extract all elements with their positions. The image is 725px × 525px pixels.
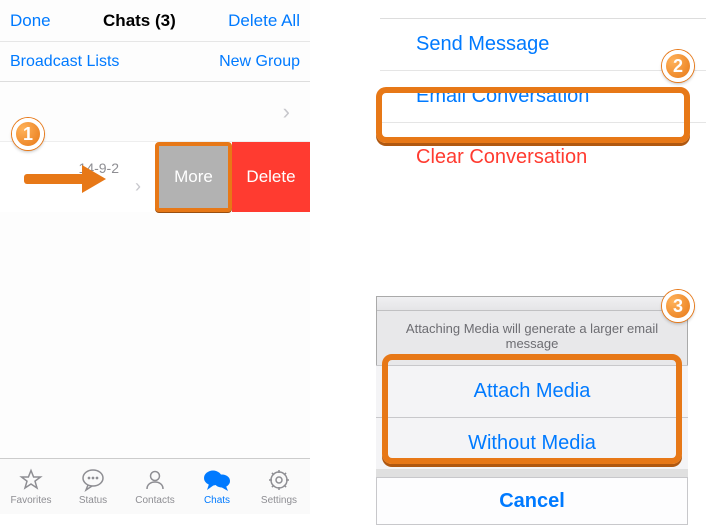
- action-sheet-header: Attaching Media will generate a larger e…: [376, 296, 688, 365]
- step-badge-2: 2: [662, 50, 694, 82]
- tab-label: Contacts: [135, 495, 174, 506]
- email-conversation-option[interactable]: Email Conversation: [380, 71, 706, 123]
- navbar-title: Chats (3): [103, 11, 176, 31]
- without-media-button[interactable]: Without Media: [376, 417, 688, 469]
- navbar: Done Chats (3) Delete All: [0, 0, 310, 42]
- chats-screen: Done Chats (3) Delete All Broadcast List…: [0, 0, 310, 514]
- clear-conversation-option[interactable]: Clear Conversation: [380, 131, 706, 183]
- broadcast-lists-link[interactable]: Broadcast Lists: [10, 53, 119, 71]
- tab-label: Settings: [261, 495, 297, 506]
- cancel-button[interactable]: Cancel: [376, 477, 688, 525]
- gear-icon: [267, 467, 291, 493]
- tab-chats[interactable]: Chats: [186, 459, 248, 514]
- tab-label: Favorites: [10, 495, 51, 506]
- subnav: Broadcast Lists New Group: [0, 42, 310, 82]
- speech-bubble-icon: [80, 467, 106, 493]
- tab-label: Status: [79, 495, 107, 506]
- action-sheet: Attaching Media will generate a larger e…: [376, 296, 688, 525]
- chat-row-blank[interactable]: ›: [0, 82, 310, 142]
- tab-status[interactable]: Status: [62, 459, 124, 514]
- tab-settings[interactable]: Settings: [248, 459, 310, 514]
- done-button[interactable]: Done: [10, 11, 51, 31]
- chat-actions-menu: Send Message Email Conversation Clear Co…: [380, 18, 706, 183]
- star-icon: [19, 467, 43, 493]
- attach-media-button[interactable]: Attach Media: [376, 365, 688, 417]
- delete-all-button[interactable]: Delete All: [228, 11, 300, 31]
- tab-favorites[interactable]: Favorites: [0, 459, 62, 514]
- chats-icon: [203, 467, 231, 493]
- tab-label: Chats: [204, 495, 230, 506]
- chevron-right-icon: ›: [135, 176, 141, 197]
- action-sheet-message: Attaching Media will generate a larger e…: [377, 311, 687, 365]
- delete-button[interactable]: Delete: [232, 142, 310, 212]
- more-button[interactable]: More: [155, 142, 232, 212]
- chevron-right-icon: ›: [283, 99, 290, 125]
- contact-icon: [143, 467, 167, 493]
- step-badge-1: 1: [12, 118, 44, 150]
- tab-contacts[interactable]: Contacts: [124, 459, 186, 514]
- tab-bar: Favorites Status Contacts Chats Settings: [0, 458, 310, 514]
- step-badge-3: 3: [662, 290, 694, 322]
- new-group-link[interactable]: New Group: [219, 53, 300, 71]
- send-message-option[interactable]: Send Message: [380, 19, 706, 71]
- annotation-arrow: [24, 168, 114, 190]
